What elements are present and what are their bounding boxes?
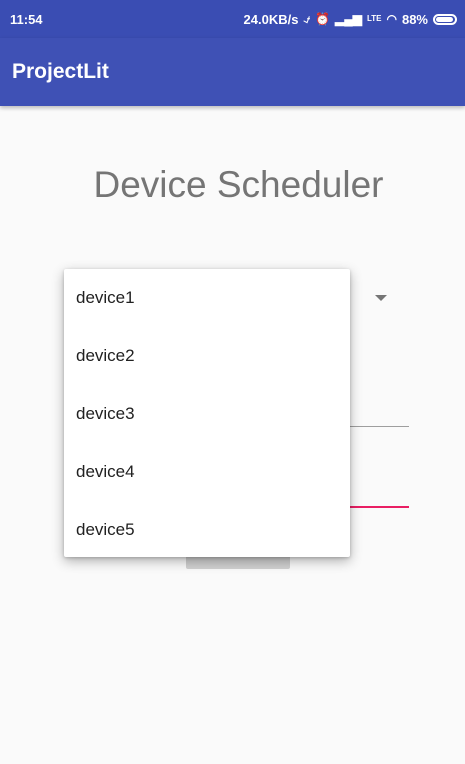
input-underline-focused[interactable] [350, 506, 409, 508]
status-icons: 24.0KB/s ⍻ ⏰ ▂▄▆ LTE ◠ 88% [244, 12, 457, 27]
app-bar: ProjectLit [0, 38, 465, 106]
mute-icon: ⍻ [303, 12, 311, 26]
wifi-icon: ◠ [386, 12, 397, 26]
page-title: Device Scheduler [93, 164, 384, 205]
volte-icon: LTE [366, 14, 382, 23]
network-speed: 24.0KB/s [243, 11, 299, 27]
dropdown-option-device3[interactable]: device3 [64, 385, 350, 443]
status-bar: 11:54 24.0KB/s ⍻ ⏰ ▂▄▆ LTE ◠ 88% [0, 0, 465, 38]
dropdown-arrow-icon[interactable] [375, 295, 387, 301]
input-underline[interactable] [350, 426, 409, 427]
signal-icon: ▂▄▆ [335, 12, 362, 26]
app-title: ProjectLit [12, 60, 109, 83]
alarm-icon: ⏰ [315, 12, 330, 26]
dropdown-option-device4[interactable]: device4 [64, 443, 350, 501]
dropdown-option-device2[interactable]: device2 [64, 327, 350, 385]
dropdown-option-device1[interactable]: device1 [64, 269, 350, 327]
battery-percent: 88% [401, 11, 428, 27]
device-dropdown-menu: device1 device2 device3 device4 device5 [64, 269, 350, 557]
status-time: 11:54 [10, 11, 43, 27]
dropdown-option-device5[interactable]: device5 [64, 501, 350, 559]
battery-icon [433, 13, 457, 25]
